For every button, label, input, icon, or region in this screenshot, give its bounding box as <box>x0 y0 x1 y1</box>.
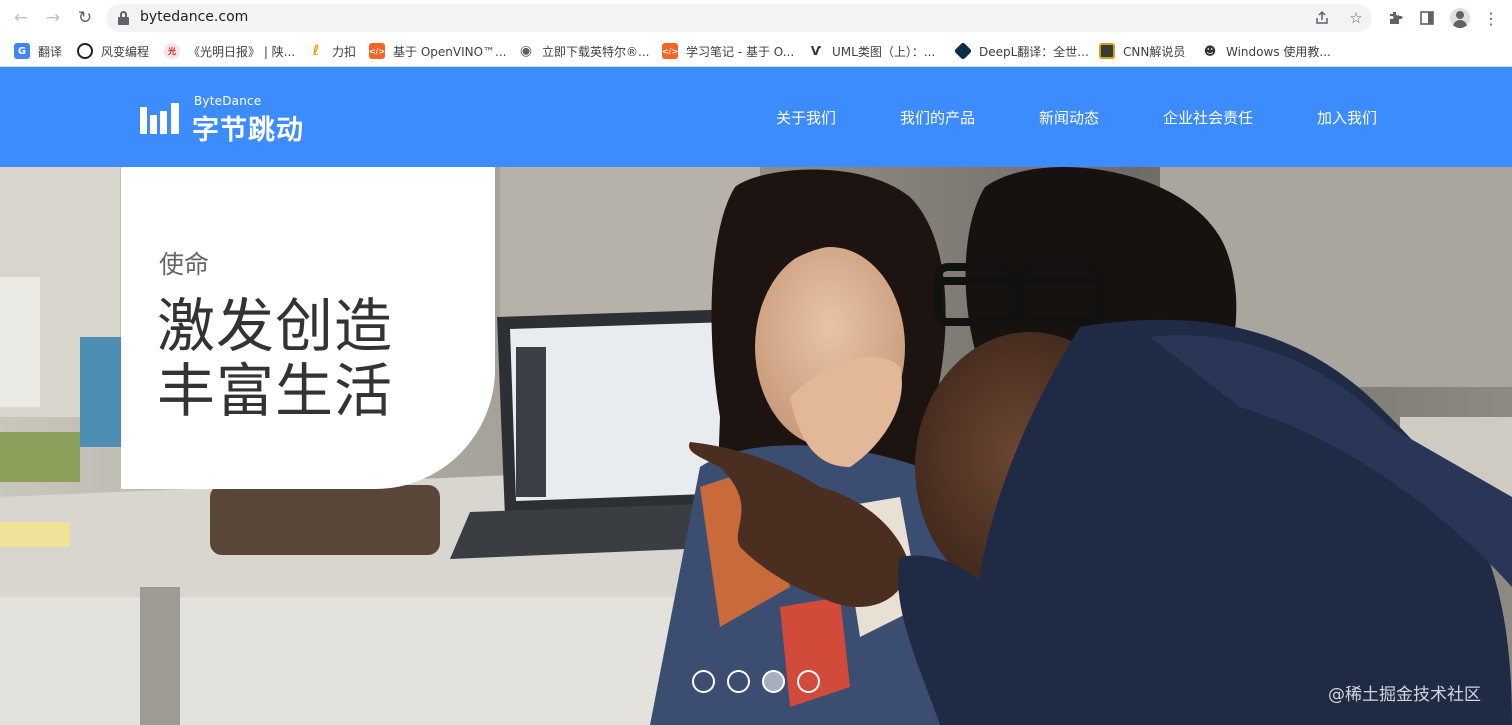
carousel-dot[interactable] <box>727 670 750 693</box>
leetcode-icon: ℓ <box>312 43 320 59</box>
bookmark-item[interactable]: ☻ Windows 使用教... <box>1202 42 1331 60</box>
reload-icon[interactable]: ↻ <box>74 7 96 29</box>
uml-icon: Ѵ <box>810 44 822 58</box>
mission-card: 使命 激发创造 丰富生活 <box>121 167 495 489</box>
bookmark-label: 立即下载英特尔®... <box>542 44 650 59</box>
code-icon: </> <box>369 43 385 59</box>
bytedance-logo[interactable]: ByteDance 字节跳动 <box>140 93 320 146</box>
nav-news[interactable]: 新闻动态 <box>1039 67 1099 167</box>
carousel-dot-active[interactable] <box>762 670 785 693</box>
bookmark-label: DeepL翻译：全世... <box>979 44 1089 59</box>
hero-banner: 使命 激发创造 丰富生活 @稀土掘金技术社区 <box>0 167 1512 725</box>
carousel-dot[interactable] <box>692 670 715 693</box>
carousel-dots <box>692 670 820 693</box>
bookmark-label: 基于 OpenVINO™... <box>393 44 507 59</box>
mission-line-1: 激发创造 <box>157 292 394 360</box>
bookmark-label: 翻译 <box>38 44 63 59</box>
bookmark-item[interactable]: Ѵ UML类图（上）：... <box>808 42 935 60</box>
watermark: @稀土掘金技术社区 <box>1328 685 1481 705</box>
profile-avatar-icon[interactable] <box>1450 8 1470 28</box>
bookmark-item[interactable]: 光 《光明日报》 | 陕... <box>164 42 295 60</box>
bookmark-label: UML类图（上）：... <box>832 44 936 59</box>
code-icon: </> <box>662 43 678 59</box>
bookmark-item[interactable]: </> 学习笔记 - 基于 O... <box>662 42 794 60</box>
logo-text-cn: 字节跳动 <box>192 115 304 146</box>
bookmark-item[interactable]: DeepL翻译：全世... <box>953 41 1089 61</box>
guangming-icon: 光 <box>164 43 180 59</box>
bookmark-label: 《光明日报》 | 陕... <box>188 44 296 59</box>
side-panel-icon[interactable] <box>1416 7 1438 29</box>
site-header: ByteDance 字节跳动 关于我们 我们的产品 新闻动态 企业社会责任 加入… <box>0 67 1512 167</box>
windows-icon: ☻ <box>1203 44 1217 58</box>
carousel-dot[interactable] <box>797 670 820 693</box>
bookmark-item[interactable]: 风变编程 <box>77 42 149 60</box>
address-bar[interactable]: bytedance.com ☆ <box>106 4 1372 32</box>
menu-icon[interactable]: ⋮ <box>1480 7 1502 29</box>
bookmarks-bar: G 翻译 风变编程 光 《光明日报》 | 陕... ℓ 力扣 </> 基于 Op… <box>0 36 1512 67</box>
bookmark-label: 风变编程 <box>101 44 150 59</box>
globe-icon: ◉ <box>519 43 533 59</box>
mission-line-2: 丰富生活 <box>157 357 394 425</box>
nav-csr[interactable]: 企业社会责任 <box>1163 67 1253 167</box>
bookmark-label: 力扣 <box>332 44 357 59</box>
bookmark-label: CNN解说员 <box>1123 44 1186 59</box>
logo-text-en: ByteDance <box>194 94 262 108</box>
deepl-icon <box>953 41 973 61</box>
bookmark-item[interactable]: G 翻译 <box>14 42 62 60</box>
browser-toolbar: ← → ↻ bytedance.com ☆ ⋮ <box>0 0 1512 36</box>
url-text[interactable]: bytedance.com <box>140 9 248 25</box>
bookmark-item[interactable]: CNN解说员 <box>1099 42 1185 60</box>
forward-icon[interactable]: → <box>42 7 64 29</box>
extensions-icon[interactable] <box>1384 7 1406 29</box>
cnn-icon <box>1099 43 1115 59</box>
translate-icon: G <box>14 43 30 59</box>
bookmark-item[interactable]: ◉ 立即下载英特尔®... <box>518 42 650 60</box>
bookmark-label: Windows 使用教... <box>1226 44 1331 59</box>
nav-about-us[interactable]: 关于我们 <box>776 67 836 167</box>
bookmark-label: 学习笔记 - 基于 O... <box>686 44 795 59</box>
nav-join-us[interactable]: 加入我们 <box>1317 67 1377 167</box>
back-icon[interactable]: ← <box>10 7 32 29</box>
mission-label: 使命 <box>159 250 210 279</box>
lock-icon[interactable] <box>118 11 129 25</box>
panda-icon <box>77 43 93 59</box>
bookmark-item[interactable]: ℓ 力扣 <box>308 42 356 60</box>
nav-products[interactable]: 我们的产品 <box>900 67 975 167</box>
share-icon[interactable] <box>1312 8 1332 28</box>
star-icon[interactable]: ☆ <box>1346 8 1366 28</box>
bytedance-logo-icon <box>140 103 179 134</box>
bookmark-item[interactable]: </> 基于 OpenVINO™... <box>369 42 506 60</box>
